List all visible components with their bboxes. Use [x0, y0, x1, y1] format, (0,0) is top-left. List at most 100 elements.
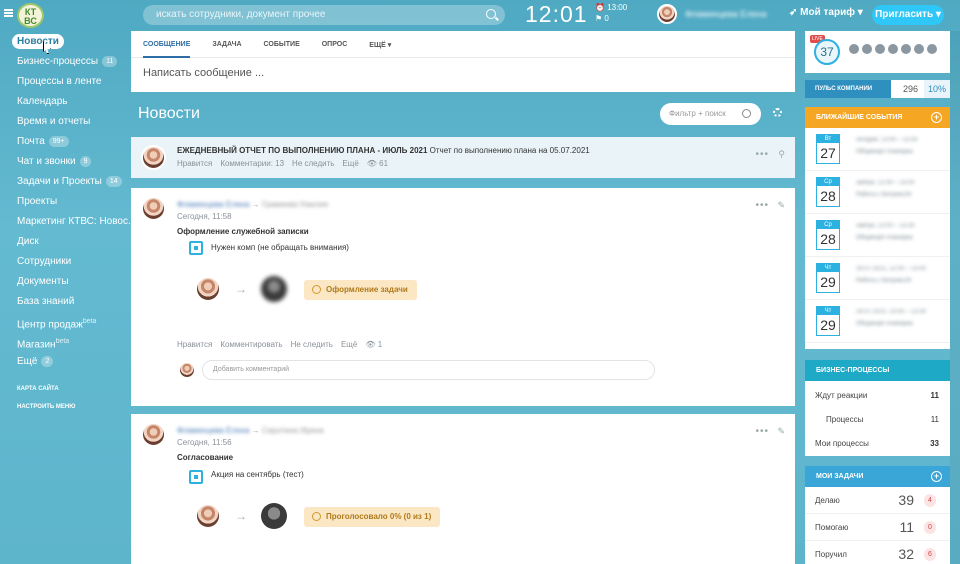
- author-name[interactable]: Фламинцева Елена: [177, 200, 249, 209]
- menu-toggle-icon[interactable]: [4, 9, 13, 17]
- tasks-header[interactable]: МОИ ЗАДАЧИ +: [805, 466, 950, 487]
- calendar-icon: Чт 29: [816, 306, 840, 336]
- sidebar-item[interactable]: Почта 99+: [0, 132, 128, 152]
- tab-event[interactable]: СОБЫТИЕ: [264, 41, 300, 57]
- event-item[interactable]: Вт 27 сегодня, 13:00 – 13:30 Общекорп плане…: [805, 128, 950, 171]
- recipient-name[interactable]: Сиротина Ирина: [262, 426, 324, 435]
- sidebar-item[interactable]: Проекты: [0, 192, 128, 212]
- event-item[interactable]: Ср 28 завтра, 12:00 – 13:00 Работа с Битрик…: [805, 171, 950, 214]
- feed-post: Фламинцева Елена → Сиротина Ирина Сегодн…: [131, 414, 795, 564]
- sidebar-item[interactable]: Магазинbeta: [0, 332, 128, 352]
- avatar: [913, 43, 925, 55]
- comment-link[interactable]: Комментировать: [220, 340, 282, 349]
- task-counter-row[interactable]: Помогаю 11 0: [805, 514, 950, 541]
- pulse-widget[interactable]: LIVE 37: [805, 31, 950, 73]
- sidebar-item[interactable]: Сотрудники: [0, 252, 128, 272]
- author-name[interactable]: Фламинцева Елена: [177, 426, 249, 435]
- pinned-post[interactable]: ЕЖЕДНЕВНЫЙ ОТЧЕТ ПО ВЫПОЛНЕНИЮ ПЛАНА - И…: [131, 137, 795, 178]
- event-item[interactable]: Чт 29 29.07.2021, 12:00 – 13:00 Работа с Би…: [805, 257, 950, 300]
- company-pulse-bar[interactable]: ПУЛЬС КОМПАНИИ 296 10%: [805, 80, 950, 98]
- event-item[interactable]: Ср 28 завтра, 13:00 – 13:30 Общекорп планер…: [805, 214, 950, 257]
- bp-row[interactable]: Ждут реакции 11: [805, 384, 950, 408]
- tab-message[interactable]: СООБЩЕНИЕ: [143, 41, 191, 58]
- creator-avatar[interactable]: [195, 503, 221, 529]
- more-link[interactable]: Ещё: [342, 159, 358, 168]
- event-text: 29.07.2021, 12:00 – 13:00 Работа с Битрик…: [856, 263, 926, 287]
- search-input[interactable]: искать сотрудники, документ прочее: [143, 5, 505, 25]
- bp-row[interactable]: Мои процессы 33: [805, 432, 950, 456]
- task-icon: [189, 470, 203, 484]
- event-item[interactable]: Чт 29 29.07.2021, 13:00 – 13:30 Общекорп пл…: [805, 300, 950, 343]
- more-dots-icon[interactable]: •••: [755, 200, 769, 211]
- recipient-name[interactable]: Грамиева Наилия: [262, 200, 328, 209]
- sidebar-item[interactable]: Процессы в ленте: [0, 72, 128, 92]
- bp-header[interactable]: БИЗНЕС-ПРОЦЕССЫ: [805, 360, 950, 381]
- pulse-count[interactable]: 37: [814, 39, 840, 65]
- unfollow-link[interactable]: Не следить: [291, 340, 333, 349]
- task-counter-row[interactable]: Поручил 32 6: [805, 541, 950, 564]
- sidebar-item[interactable]: Бизнес-процессы 11: [0, 52, 128, 72]
- online-avatars[interactable]: [848, 43, 938, 55]
- clock[interactable]: 12:01: [525, 1, 588, 28]
- event-time: 29.07.2021, 13:00 – 13:30: [856, 309, 927, 315]
- more-dots-icon[interactable]: •••: [755, 149, 769, 160]
- approver-avatar[interactable]: [261, 503, 287, 529]
- task-name[interactable]: Акция на сентябрь (тест): [211, 470, 304, 479]
- pinned-title[interactable]: ЕЖЕДНЕВНЫЙ ОТЧЕТ ПО ВЫПОЛНЕНИЮ ПЛАНА - И…: [177, 146, 427, 155]
- tab-poll[interactable]: ОПРОС: [322, 41, 348, 57]
- gear-icon[interactable]: [773, 108, 782, 117]
- post-time[interactable]: Сегодня, 11:58: [177, 212, 232, 221]
- author-avatar[interactable]: [141, 196, 166, 221]
- sidebar-item[interactable]: Документы: [0, 272, 128, 292]
- filter-search-input[interactable]: Фильтр + поиск: [660, 103, 761, 125]
- unfollow-link[interactable]: Не следить: [292, 159, 334, 168]
- post-time[interactable]: Сегодня, 11:56: [177, 438, 232, 447]
- creator-avatar[interactable]: [195, 276, 221, 302]
- task-counter-row[interactable]: Делаю 39 4: [805, 487, 950, 514]
- tab-more[interactable]: ЕЩЁ ▾: [369, 41, 391, 57]
- sidebar-item[interactable]: Время и отчеты: [0, 112, 128, 132]
- more-dots-icon[interactable]: •••: [755, 426, 769, 437]
- sidebar-item[interactable]: Центр продажbeta: [0, 312, 128, 332]
- sidebar-item[interactable]: База знаний: [0, 292, 128, 312]
- user-menu[interactable]: Фламинцева Елена: [657, 4, 766, 24]
- task-icon: [189, 241, 203, 255]
- alarm-info[interactable]: ⏰ 13:00 ⚑ 0: [595, 2, 627, 24]
- search-icon[interactable]: [486, 9, 496, 19]
- like-link[interactable]: Нравится: [177, 159, 212, 168]
- add-event-icon[interactable]: +: [931, 112, 942, 123]
- sidebar-item[interactable]: Ещё 2: [0, 352, 128, 372]
- configure-menu-link[interactable]: НАСТРОИТЬ МЕНЮ: [0, 398, 128, 416]
- assignee-avatar[interactable]: [261, 276, 287, 302]
- pin-icon[interactable]: ⚲: [778, 149, 785, 160]
- tab-task[interactable]: ЗАДАЧА: [212, 41, 241, 57]
- sidebar-item[interactable]: Задачи и Проекты 14: [0, 172, 128, 192]
- task-row-overdue[interactable]: 6: [924, 548, 936, 561]
- task-row-overdue[interactable]: 4: [924, 494, 936, 507]
- sitemap-link[interactable]: КАРТА САЙТА: [0, 380, 128, 398]
- tariff-button[interactable]: ➶ Мой тариф ▾: [789, 7, 863, 18]
- author-avatar[interactable]: [141, 145, 166, 170]
- pin-icon[interactable]: ✎: [777, 200, 785, 211]
- pin-icon[interactable]: ✎: [777, 426, 785, 437]
- sidebar-item[interactable]: Календарь: [0, 92, 128, 112]
- comments-link[interactable]: Комментарии: 13: [220, 159, 284, 168]
- like-link[interactable]: Нравится: [177, 340, 212, 349]
- sidebar-item[interactable]: Маркетинг КТВС: Новос...: [0, 212, 136, 232]
- sidebar-item[interactable]: Чат и звонки 9: [0, 152, 128, 172]
- add-task-icon[interactable]: +: [931, 471, 942, 482]
- task-row-overdue[interactable]: 0: [924, 521, 936, 534]
- bp-row[interactable]: Процессы 11: [805, 408, 950, 432]
- calendar-icon: Чт 29: [816, 263, 840, 293]
- scrollbar[interactable]: [950, 31, 960, 564]
- company-logo[interactable]: КТ ВС: [17, 3, 44, 28]
- sidebar-item[interactable]: Новости: [0, 32, 128, 52]
- message-input[interactable]: Написать сообщение ...: [131, 58, 795, 88]
- author-avatar[interactable]: [141, 422, 166, 447]
- task-name[interactable]: Нужен комп (не обращать внимания): [211, 243, 349, 252]
- comment-input[interactable]: Добавить комментарий: [202, 360, 655, 380]
- sidebar-item[interactable]: Диск: [0, 232, 128, 252]
- events-header[interactable]: БЛИЖАЙШИЕ СОБЫТИЯ +: [805, 107, 950, 128]
- invite-button[interactable]: Пригласить ▾: [872, 5, 944, 25]
- more-link[interactable]: Ещё: [341, 340, 357, 349]
